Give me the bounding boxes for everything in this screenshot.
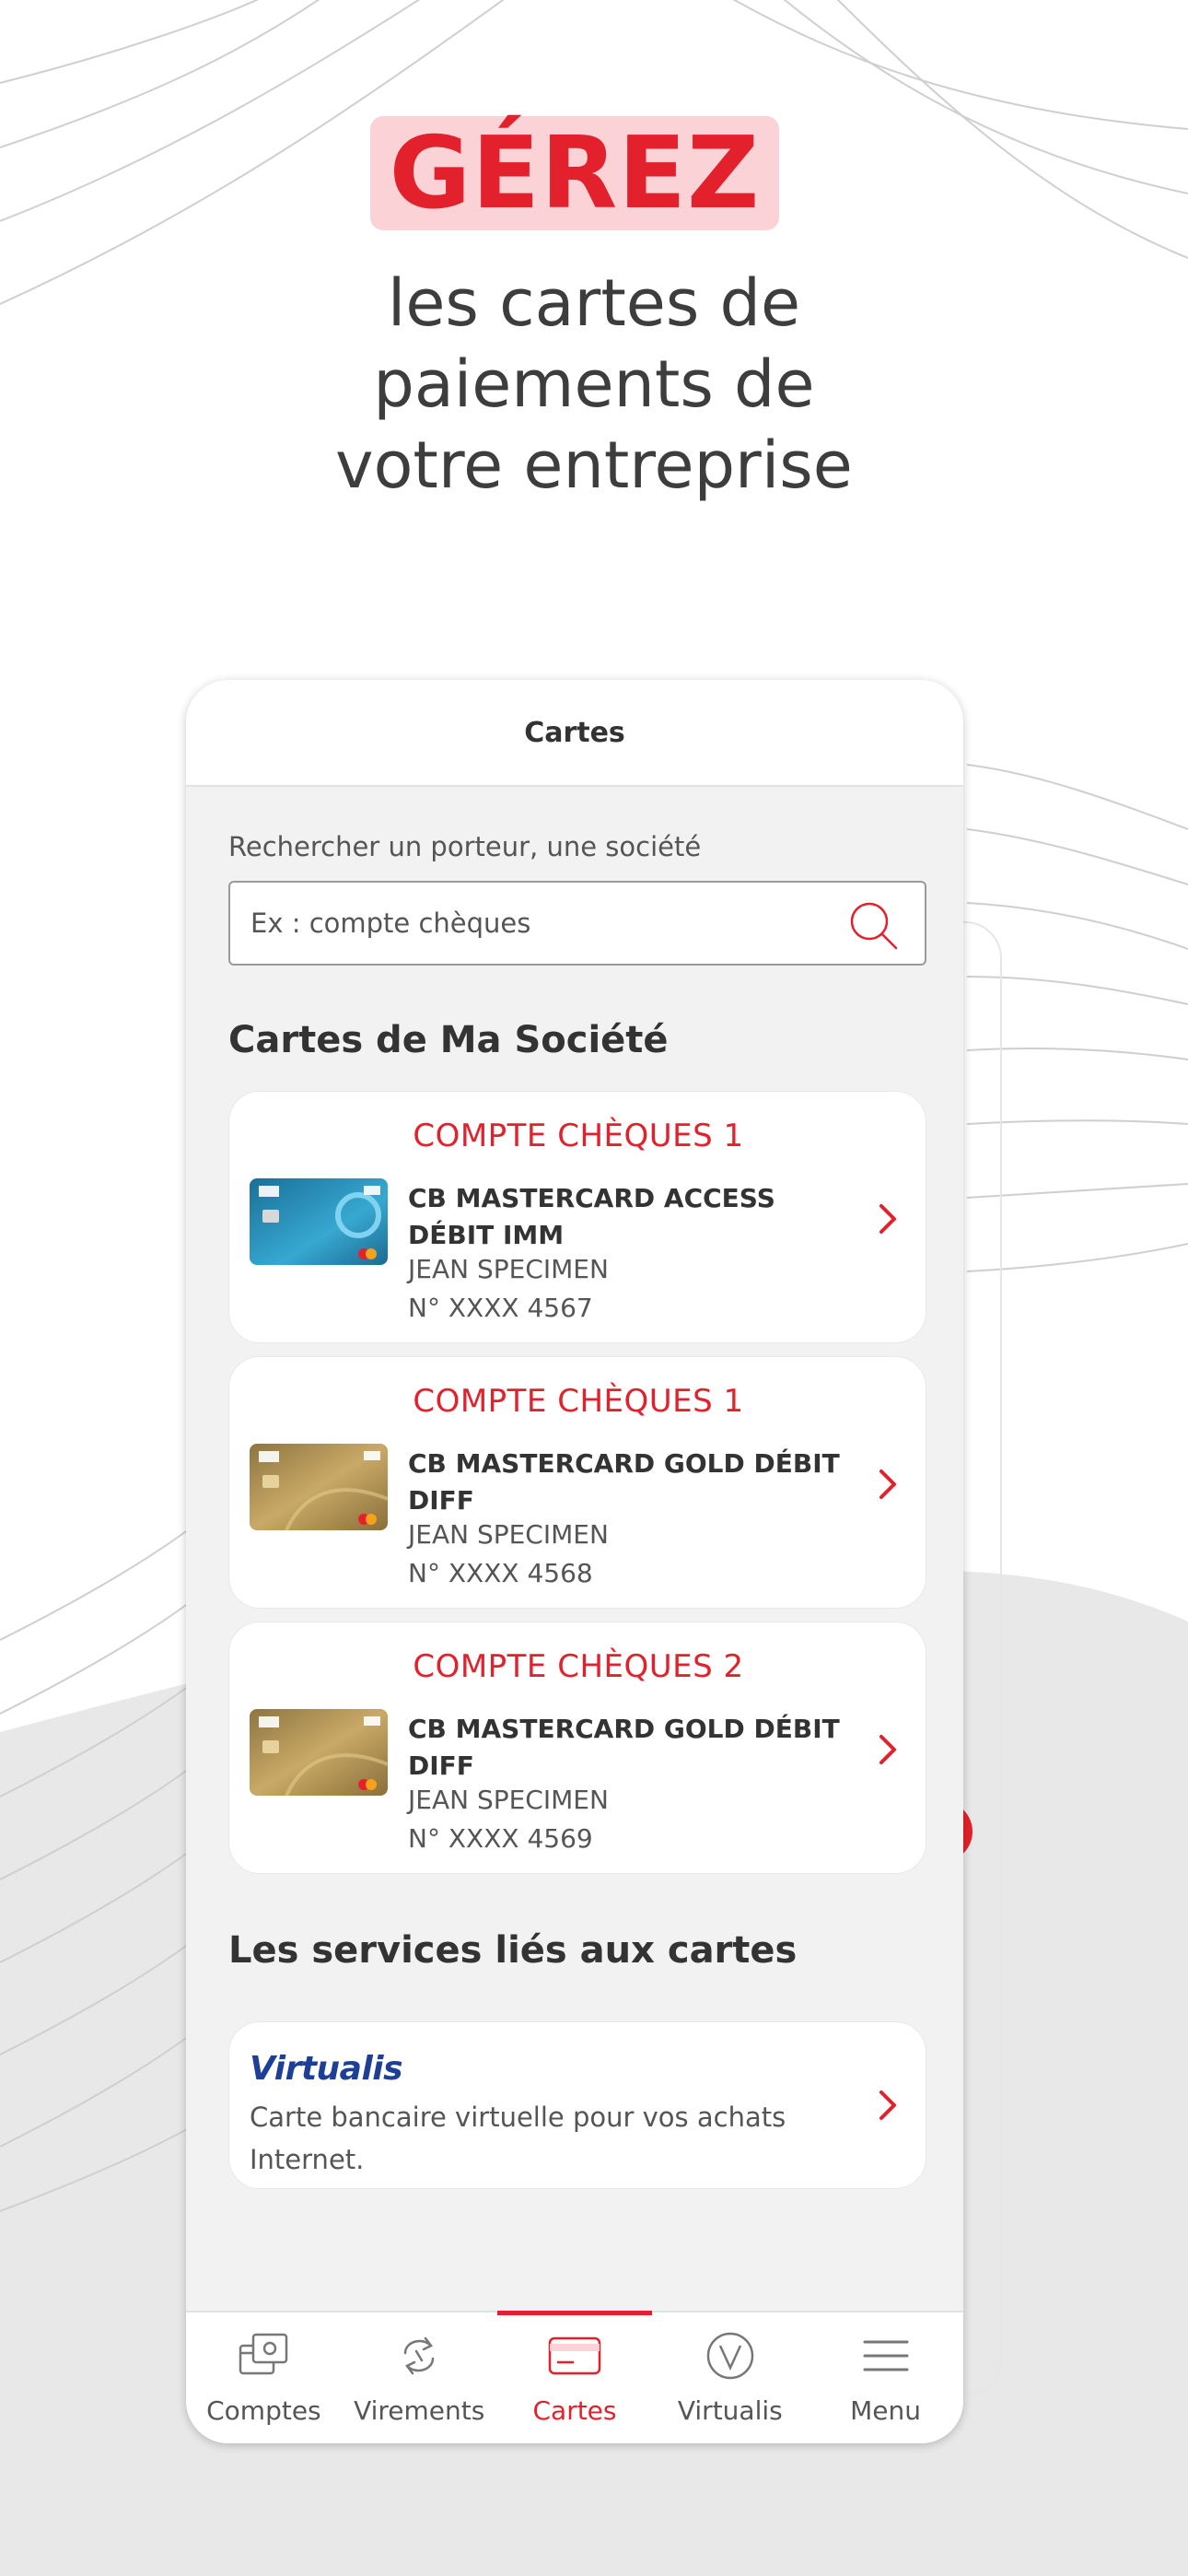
card-number: N° XXXX 4568 xyxy=(408,1558,593,1588)
tab-menu[interactable]: Menu xyxy=(808,2313,963,2443)
hero-subtitle-line: paiements de xyxy=(373,346,815,422)
search-label: Rechercher un porteur, une société xyxy=(228,831,702,862)
card-account: COMPTE CHÈQUES 1 xyxy=(413,1118,744,1154)
card-name: CB MASTERCARD ACCESS DÉBIT IMM xyxy=(408,1183,775,1250)
transfer-icon xyxy=(403,2336,435,2375)
hero-subtitle: les cartes de paiements de votre entrepr… xyxy=(0,263,1188,506)
card-name: CB MASTERCARD GOLD DÉBIT DIFF xyxy=(408,1714,840,1781)
hero-subtitle-line: les cartes de xyxy=(387,265,801,341)
chevron-right-icon[interactable] xyxy=(874,1200,902,1237)
card-image-gold xyxy=(250,1444,388,1530)
section-title-cards: Cartes de Ma Société xyxy=(228,1019,669,1061)
card-image-gold xyxy=(250,1709,388,1796)
service-virtualis[interactable]: Virtualis Carte bancaire virtuelle pour … xyxy=(228,2021,926,2189)
section-title-services: Les services liés aux cartes xyxy=(228,1929,798,1972)
card-list-item[interactable]: COMPTE CHÈQUES 1 CB MASTERCARD GOLD DÉBI… xyxy=(228,1356,926,1609)
tab-label: Comptes xyxy=(206,2395,321,2426)
chevron-right-icon[interactable] xyxy=(874,2087,902,2124)
card-icon xyxy=(548,2336,601,2375)
accounts-icon xyxy=(239,2333,288,2375)
bottom-tab-bar: Comptes Virements Cartes Virtualis Menu xyxy=(186,2311,963,2443)
hero-subtitle-line: votre entreprise xyxy=(335,427,853,503)
tab-virements[interactable]: Virements xyxy=(342,2313,497,2443)
card-account: COMPTE CHÈQUES 2 xyxy=(413,1648,744,1685)
virtualis-icon xyxy=(706,2332,754,2380)
chevron-right-icon[interactable] xyxy=(874,1466,902,1503)
card-number: N° XXXX 4567 xyxy=(408,1293,593,1323)
tab-label: Menu xyxy=(850,2395,922,2426)
phone-screen: Cartes Rechercher un porteur, une sociét… xyxy=(186,680,963,2443)
search-field[interactable] xyxy=(228,881,926,966)
page-title: Cartes xyxy=(186,680,963,787)
tab-comptes[interactable]: Comptes xyxy=(186,2313,342,2443)
chevron-right-icon[interactable] xyxy=(874,1731,902,1768)
search-icon[interactable] xyxy=(845,897,901,953)
tab-virtualis[interactable]: Virtualis xyxy=(652,2313,808,2443)
card-image-blue xyxy=(250,1178,388,1265)
menu-icon xyxy=(863,2340,909,2371)
hero-badge: GÉREZ xyxy=(370,116,779,231)
card-list-item[interactable]: COMPTE CHÈQUES 2 CB MASTERCARD GOLD DÉBI… xyxy=(228,1622,926,1874)
card-holder: JEAN SPECIMEN xyxy=(408,1254,609,1284)
card-holder: JEAN SPECIMEN xyxy=(408,1785,609,1815)
service-description: Carte bancaire virtuelle pour vos achats… xyxy=(250,2102,786,2175)
search-input[interactable] xyxy=(250,907,840,939)
tab-label: Virtualis xyxy=(677,2395,783,2426)
virtualis-logo: Virtualis xyxy=(250,2050,403,2088)
tab-cartes[interactable]: Cartes xyxy=(496,2311,653,2443)
tab-label: Virements xyxy=(354,2395,485,2426)
card-account: COMPTE CHÈQUES 1 xyxy=(413,1383,744,1420)
card-holder: JEAN SPECIMEN xyxy=(408,1519,609,1550)
card-name: CB MASTERCARD GOLD DÉBIT DIFF xyxy=(408,1448,840,1516)
card-list-item[interactable]: COMPTE CHÈQUES 1 CB MASTERCARD ACCESS DÉ… xyxy=(228,1091,926,1343)
tab-label: Cartes xyxy=(532,2395,617,2426)
card-number: N° XXXX 4569 xyxy=(408,1823,593,1854)
